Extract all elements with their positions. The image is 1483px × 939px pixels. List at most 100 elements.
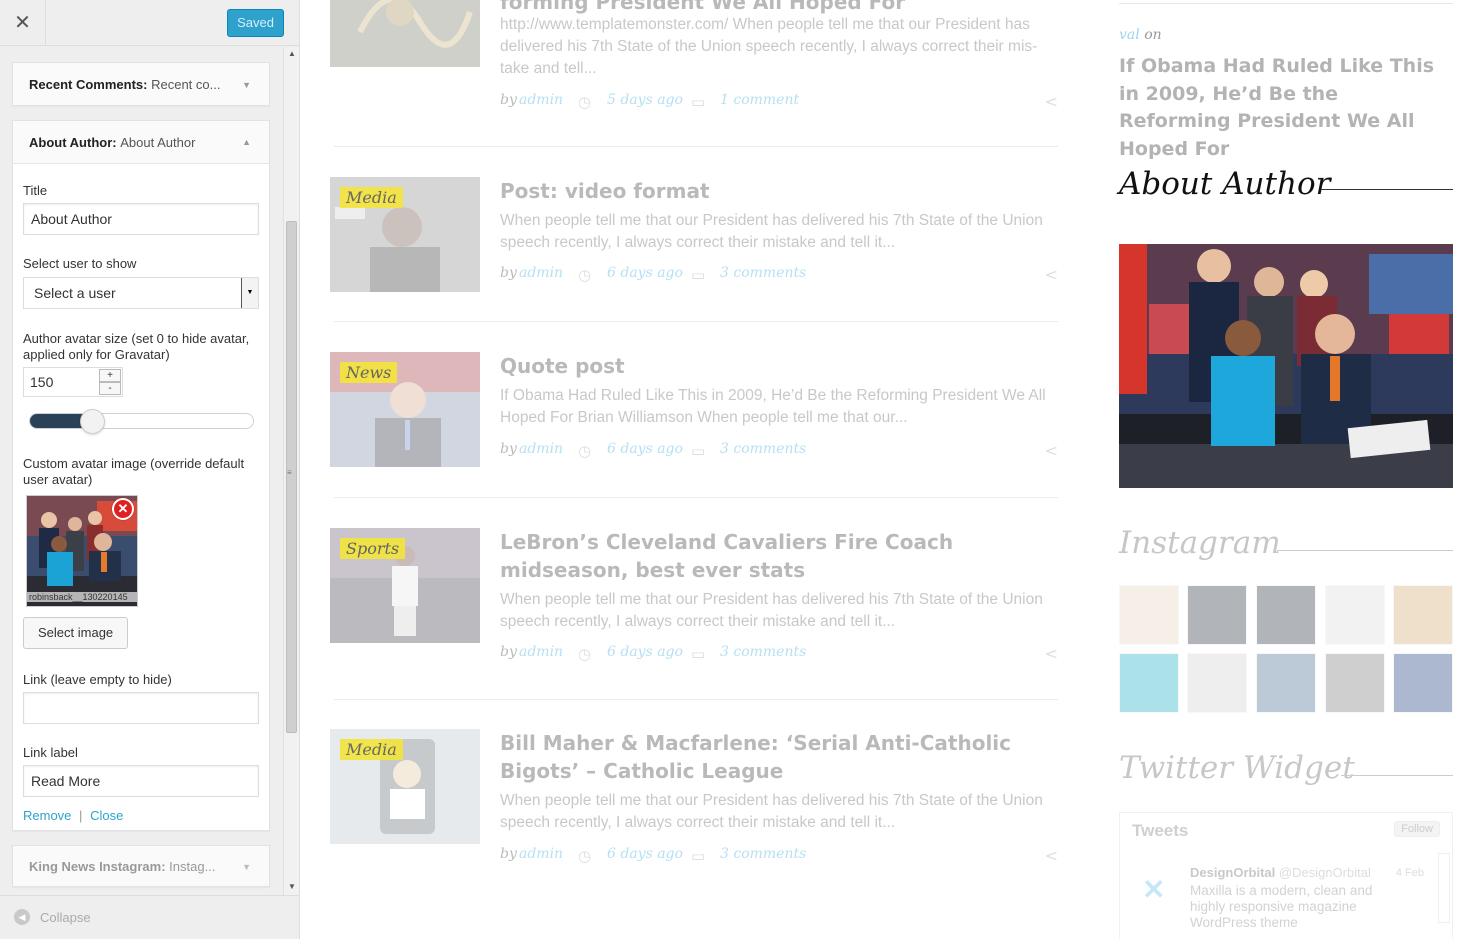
post-category[interactable]: Media	[340, 187, 403, 208]
widget-title[interactable]: About Author: About Author ▲	[13, 121, 269, 164]
increment-icon[interactable]: +	[99, 369, 121, 382]
decrement-icon[interactable]: -	[99, 382, 121, 395]
recent-comment-meta: val on	[1119, 27, 1162, 43]
widget-title[interactable]: Recent Comments: Recent co... ▼	[13, 63, 269, 107]
post-title[interactable]: LeBron’s Cleveland Cavaliers Fire Coach …	[500, 528, 1060, 584]
link-input[interactable]	[23, 692, 259, 724]
remove-avatar-icon[interactable]: ✕	[112, 498, 134, 520]
instagram-tile[interactable]	[1119, 585, 1179, 645]
scrollbar-thumb[interactable]	[286, 221, 297, 733]
post-excerpt: When people tell me that our President h…	[500, 212, 1043, 251]
close-widget-link[interactable]: Close	[90, 808, 123, 823]
link-text-input[interactable]: Read More	[23, 765, 259, 797]
select-user-dropdown[interactable]: Select a user ▼	[23, 277, 259, 309]
expand-arrow-icon[interactable]: ▼	[242, 63, 251, 107]
instagram-tile[interactable]	[1187, 653, 1247, 713]
share-icon[interactable]: <	[1045, 92, 1058, 111]
collapse-arrow-icon[interactable]: ▲	[242, 121, 251, 164]
post-comments-link[interactable]: 3 comments	[720, 441, 806, 457]
customizer-widget-list: Recent Comments: Recent co... ▼ About Au…	[0, 47, 299, 895]
clock-icon: ◷	[578, 847, 592, 865]
title-input[interactable]: About Author	[23, 203, 259, 235]
post-title[interactable]: Quote post	[500, 352, 1060, 380]
tweets-title: Tweets	[1132, 821, 1189, 840]
post-category[interactable]: Media	[340, 739, 403, 760]
comment-icon: ▭	[691, 442, 706, 460]
scrollbar-grip-icon: ≡	[287, 468, 292, 477]
post-title[interactable]: Bill Maher & Macfarlene: ‘Serial Anti-Ca…	[500, 729, 1060, 785]
share-icon[interactable]: <	[1045, 644, 1058, 663]
avatar-size-stepper[interactable]: + -	[99, 369, 121, 395]
post-date-link[interactable]: 5 days ago	[607, 92, 683, 108]
avatar-size-slider[interactable]	[29, 409, 254, 434]
instagram-tile[interactable]	[1393, 585, 1453, 645]
instagram-tile[interactable]	[1256, 585, 1316, 645]
comment-icon: ▭	[691, 93, 706, 111]
expand-arrow-icon[interactable]: ▼	[242, 846, 251, 888]
recent-comment-author[interactable]: val	[1119, 27, 1140, 43]
post-excerpt: If Obama Had Ruled Like This in 2009, He…	[500, 387, 1046, 426]
post-author-link[interactable]: admin	[519, 265, 563, 281]
post-category[interactable]: Sports	[340, 538, 406, 559]
saved-button[interactable]: Saved	[227, 9, 284, 37]
recent-comment-on: on	[1144, 27, 1162, 43]
instagram-tile[interactable]	[1393, 653, 1453, 713]
post-title[interactable]: Post: video format	[500, 177, 1060, 205]
share-icon[interactable]: <	[1045, 265, 1058, 284]
close-icon[interactable]: ✕	[0, 0, 46, 46]
share-icon[interactable]: <	[1045, 441, 1058, 460]
avatar-size-input[interactable]: 150 + -	[23, 367, 123, 397]
collapse-icon[interactable]: ◀	[14, 909, 30, 925]
post-comments-link[interactable]: 3 comments	[720, 265, 806, 281]
post-date-link[interactable]: 6 days ago	[607, 265, 683, 281]
post-by: by	[500, 265, 517, 281]
instagram-tile[interactable]	[1325, 653, 1385, 713]
collapse-button[interactable]: Collapse	[40, 910, 91, 925]
post-thumbnail[interactable]	[330, 0, 480, 67]
post-author-link[interactable]: admin	[519, 92, 563, 108]
tweet-author[interactable]: DesignOrbital @DesignOrbital	[1190, 865, 1371, 880]
post-divider	[334, 321, 1058, 322]
post-date-link[interactable]: 6 days ago	[607, 846, 683, 862]
post-comments-link[interactable]: 3 comments	[720, 644, 806, 660]
instagram-tile[interactable]	[1187, 585, 1247, 645]
link-label: Link (leave empty to hide)	[23, 672, 172, 687]
widget-title[interactable]: King News Instagram: Instag... ▼	[13, 846, 269, 888]
clock-icon: ◷	[578, 266, 592, 284]
instagram-tile[interactable]	[1119, 653, 1179, 713]
post-author-link[interactable]: admin	[519, 644, 563, 660]
chevron-down-icon[interactable]: ▼	[241, 278, 258, 308]
instagram-tile[interactable]	[1256, 653, 1316, 713]
post-date-link[interactable]: 6 days ago	[607, 441, 683, 457]
customizer-scrollbar[interactable]: ▲ ≡ ▼	[283, 47, 299, 895]
widget-recent-comments[interactable]: Recent Comments: Recent co... ▼	[12, 62, 270, 106]
tweet-date[interactable]: 4 Feb	[1396, 867, 1424, 879]
scroll-down-icon[interactable]: ▼	[288, 882, 296, 891]
title-label: Title	[23, 183, 48, 198]
post-comments-link[interactable]: 3 comments	[720, 846, 806, 862]
post-date-link[interactable]: 6 days ago	[607, 644, 683, 660]
tweets-scrollbar[interactable]	[1438, 853, 1450, 923]
select-image-button[interactable]: Select image	[23, 617, 129, 649]
follow-button[interactable]: Follow	[1394, 821, 1440, 837]
post-meta: by admin ◷ 5 days ago ▭ 1 comment <	[500, 92, 1060, 112]
post-divider	[334, 146, 1058, 147]
slider-handle[interactable]	[80, 409, 105, 434]
comment-icon: ▭	[691, 266, 706, 284]
remove-widget-link[interactable]: Remove	[23, 808, 71, 823]
clock-icon: ◷	[578, 645, 592, 663]
separator: |	[79, 808, 83, 823]
custom-avatar-label: Custom avatar image (override default us…	[23, 456, 245, 487]
recent-comment-post-link[interactable]: If Obama Had Ruled Like This in 2009, He…	[1119, 53, 1449, 163]
scroll-up-icon[interactable]: ▲	[288, 49, 296, 58]
post-author-link[interactable]: admin	[519, 441, 563, 457]
widget-instagram[interactable]: King News Instagram: Instag... ▼	[12, 845, 270, 887]
post-divider	[334, 699, 1058, 700]
post-category[interactable]: News	[340, 362, 398, 383]
post-author-link[interactable]: admin	[519, 846, 563, 862]
post-excerpt: When people tell me that our President h…	[500, 591, 1043, 630]
share-icon[interactable]: <	[1045, 846, 1058, 865]
post-comments-link[interactable]: 1 comment	[720, 92, 799, 108]
instagram-tile[interactable]	[1325, 585, 1385, 645]
clock-icon: ◷	[578, 442, 592, 460]
